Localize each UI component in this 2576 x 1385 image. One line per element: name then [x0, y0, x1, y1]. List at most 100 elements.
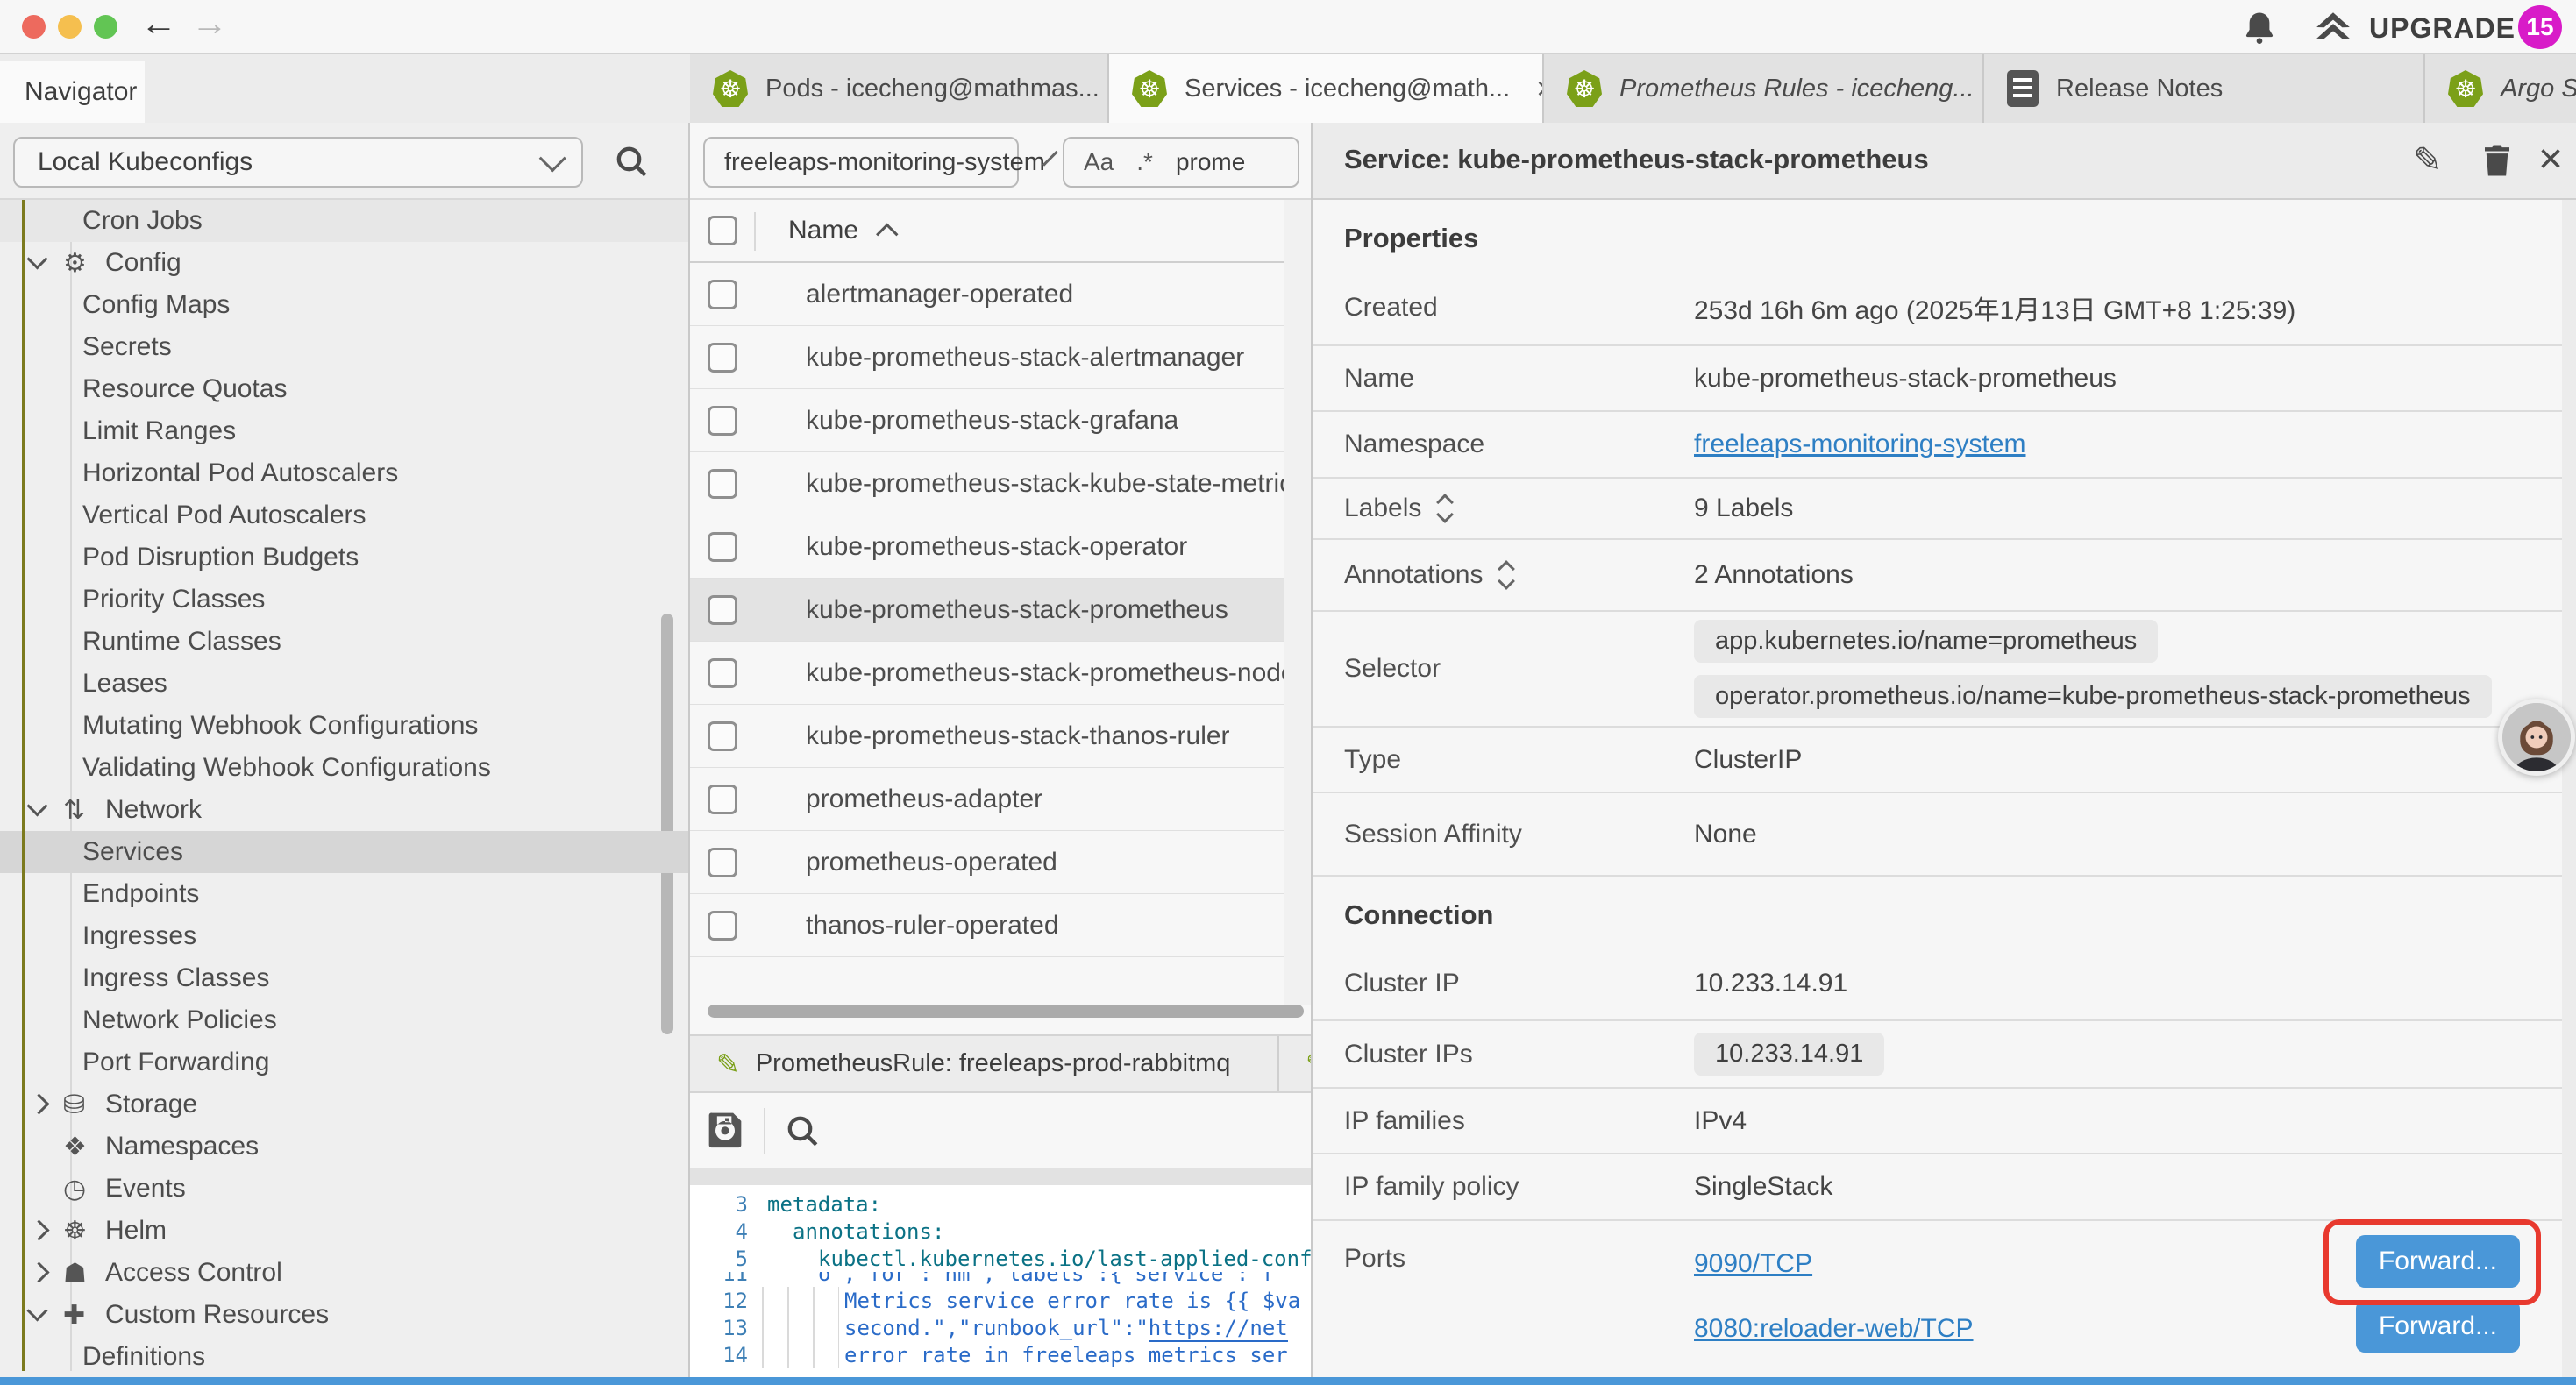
- expand-collapse-icon[interactable]: [1497, 558, 1519, 593]
- table-row[interactable]: prometheus-operated: [690, 831, 1314, 894]
- table-row[interactable]: kube-prometheus-stack-thanos-ruler: [690, 705, 1314, 768]
- sidebar-item[interactable]: Horizontal Pod Autoscalers: [0, 452, 688, 494]
- drawer-scrollbar[interactable]: [2562, 200, 2576, 1385]
- column-header-name[interactable]: Name: [788, 216, 858, 245]
- table-row[interactable]: kube-prometheus-stack-alertmanager: [690, 326, 1314, 389]
- window-close-button[interactable]: [22, 15, 46, 39]
- kubeconfig-selector[interactable]: Local Kubeconfigs: [13, 137, 583, 188]
- table-scrollbar[interactable]: [1284, 200, 1314, 1005]
- search-icon[interactable]: [785, 1113, 820, 1148]
- forward-button[interactable]: Forward...: [2356, 1235, 2520, 1288]
- row-checkbox[interactable]: [708, 595, 737, 625]
- namespace-selector[interactable]: freeleaps-monitoring-system: [703, 137, 1019, 188]
- sidebar-item[interactable]: Pod Disruption Budgets: [0, 536, 688, 579]
- port-link[interactable]: 9090/TCP: [1694, 1249, 1812, 1279]
- forward-button[interactable]: →: [191, 2, 228, 44]
- yaml-editor[interactable]: 3metadata: 4annotations: 5kubectl.kubern…: [690, 1185, 1314, 1385]
- filter-input[interactable]: Aa .* prome: [1063, 137, 1299, 188]
- ip-family-policy-value: SingleStack: [1694, 1172, 1832, 1202]
- sidebar-item-label: Horizontal Pod Autoscalers: [82, 458, 398, 488]
- tab-pods[interactable]: ☸ Pods - icecheng@mathmas...: [690, 54, 1109, 123]
- sidebar-item[interactable]: ⚙ Config: [0, 242, 688, 284]
- sidebar-item[interactable]: ◷ Events: [0, 1168, 688, 1210]
- sidebar-item[interactable]: ☸ Helm: [0, 1210, 688, 1252]
- row-checkbox[interactable]: [708, 406, 737, 436]
- tab-services[interactable]: ☸ Services - icecheng@math... ×: [1109, 54, 1544, 123]
- bell-icon[interactable]: [2241, 9, 2278, 47]
- sidebar-item[interactable]: Ingress Classes: [0, 957, 688, 999]
- sidebar-item[interactable]: Endpoints: [0, 873, 688, 915]
- sidebar-item[interactable]: Network Policies: [0, 999, 688, 1041]
- table-row[interactable]: kube-prometheus-stack-kube-state-metrics: [690, 452, 1314, 515]
- sidebar-item[interactable]: ✚ Custom Resources: [0, 1294, 688, 1336]
- code-link[interactable]: https://net: [1149, 1316, 1288, 1342]
- sidebar-item-icon: ⇅: [63, 795, 105, 826]
- tab-release-notes[interactable]: Release Notes: [1984, 54, 2425, 123]
- sidebar-item[interactable]: Ingresses: [0, 915, 688, 957]
- table-row[interactable]: kube-prometheus-stack-prometheus-node-ex…: [690, 642, 1314, 705]
- sidebar-item[interactable]: Resource Quotas: [0, 368, 688, 410]
- row-checkbox[interactable]: [708, 785, 737, 814]
- close-icon[interactable]: ×: [1536, 70, 1544, 107]
- labels-value: 9 Labels: [1694, 494, 1793, 523]
- row-checkbox[interactable]: [708, 469, 737, 499]
- save-icon[interactable]: [706, 1110, 744, 1153]
- cell-name: kube-prometheus-stack-operator: [806, 532, 1187, 562]
- window-minimize-button[interactable]: [58, 15, 82, 39]
- sidebar-item[interactable]: ❖ Namespaces: [0, 1126, 688, 1168]
- editor-tab-partial[interactable]: ✎: [1279, 1036, 1314, 1091]
- sidebar-item[interactable]: Vertical Pod Autoscalers: [0, 494, 688, 536]
- trash-icon[interactable]: [2479, 140, 2516, 185]
- window-zoom-button[interactable]: [94, 15, 117, 39]
- table-row[interactable]: kube-prometheus-stack-prometheus: [690, 579, 1314, 642]
- tab-prometheus-rules[interactable]: ☸ Prometheus Rules - icecheng...: [1544, 54, 1984, 123]
- sidebar-item[interactable]: Config Maps: [0, 284, 688, 326]
- table-row[interactable]: prometheus-adapter: [690, 768, 1314, 831]
- sidebar-item-label: Secrets: [82, 332, 172, 362]
- tab-argo[interactable]: ☸ Argo Se: [2425, 54, 2576, 123]
- avatar[interactable]: [2498, 699, 2575, 776]
- sidebar-item[interactable]: Validating Webhook Configurations: [0, 747, 688, 789]
- search-icon[interactable]: [614, 144, 649, 179]
- tab-navigator[interactable]: Navigator: [0, 61, 145, 123]
- sidebar-item[interactable]: Cron Jobs: [0, 200, 688, 242]
- regex-icon[interactable]: .*: [1136, 148, 1153, 176]
- row-checkbox[interactable]: [708, 532, 737, 562]
- row-checkbox[interactable]: [708, 911, 737, 941]
- horizontal-scrollbar[interactable]: [708, 1005, 1304, 1018]
- select-all-checkbox[interactable]: [708, 216, 737, 245]
- chevron-icon: [23, 248, 63, 278]
- sidebar-item[interactable]: Port Forwarding: [0, 1041, 688, 1083]
- sidebar-item[interactable]: Secrets: [0, 326, 688, 368]
- row-checkbox[interactable]: [708, 658, 737, 688]
- row-checkbox[interactable]: [708, 721, 737, 751]
- expand-collapse-icon[interactable]: [1435, 491, 1458, 526]
- row-checkbox[interactable]: [708, 280, 737, 309]
- sidebar-item[interactable]: ⛁ Storage: [0, 1083, 688, 1126]
- sidebar-item[interactable]: Limit Ranges: [0, 410, 688, 452]
- sidebar-item[interactable]: Runtime Classes: [0, 621, 688, 663]
- sidebar-item[interactable]: ⇅ Network: [0, 789, 688, 831]
- forward-button[interactable]: Forward...: [2356, 1300, 2520, 1353]
- edit-icon[interactable]: ✎: [2413, 140, 2443, 181]
- table-row[interactable]: kube-prometheus-stack-grafana: [690, 389, 1314, 452]
- table-row[interactable]: thanos-ruler-operated: [690, 894, 1314, 957]
- row-checkbox[interactable]: [708, 848, 737, 877]
- sidebar-item[interactable]: Services: [0, 831, 688, 873]
- match-case-icon[interactable]: Aa: [1084, 148, 1114, 176]
- sidebar-item[interactable]: Leases: [0, 663, 688, 705]
- editor-tab-prometheusrule[interactable]: ✎ PrometheusRule: freeleaps-prod-rabbitm…: [690, 1036, 1279, 1091]
- sidebar-item[interactable]: Definitions: [0, 1336, 688, 1378]
- table-row[interactable]: kube-prometheus-stack-operator: [690, 515, 1314, 579]
- upgrade-button[interactable]: UPGRADE: [2313, 7, 2516, 49]
- sidebar-item[interactable]: Priority Classes: [0, 579, 688, 621]
- port-link[interactable]: 8080:reloader-web/TCP: [1694, 1314, 1974, 1344]
- sidebar-item[interactable]: Mutating Webhook Configurations: [0, 705, 688, 747]
- close-icon[interactable]: ×: [2538, 140, 2563, 179]
- notification-badge[interactable]: 15: [2518, 5, 2562, 49]
- namespace-link[interactable]: freeleaps-monitoring-system: [1694, 430, 2025, 458]
- table-row[interactable]: alertmanager-operated: [690, 263, 1314, 326]
- sidebar-item[interactable]: ☗ Access Control: [0, 1252, 688, 1294]
- back-button[interactable]: ←: [140, 2, 177, 44]
- row-checkbox[interactable]: [708, 343, 737, 373]
